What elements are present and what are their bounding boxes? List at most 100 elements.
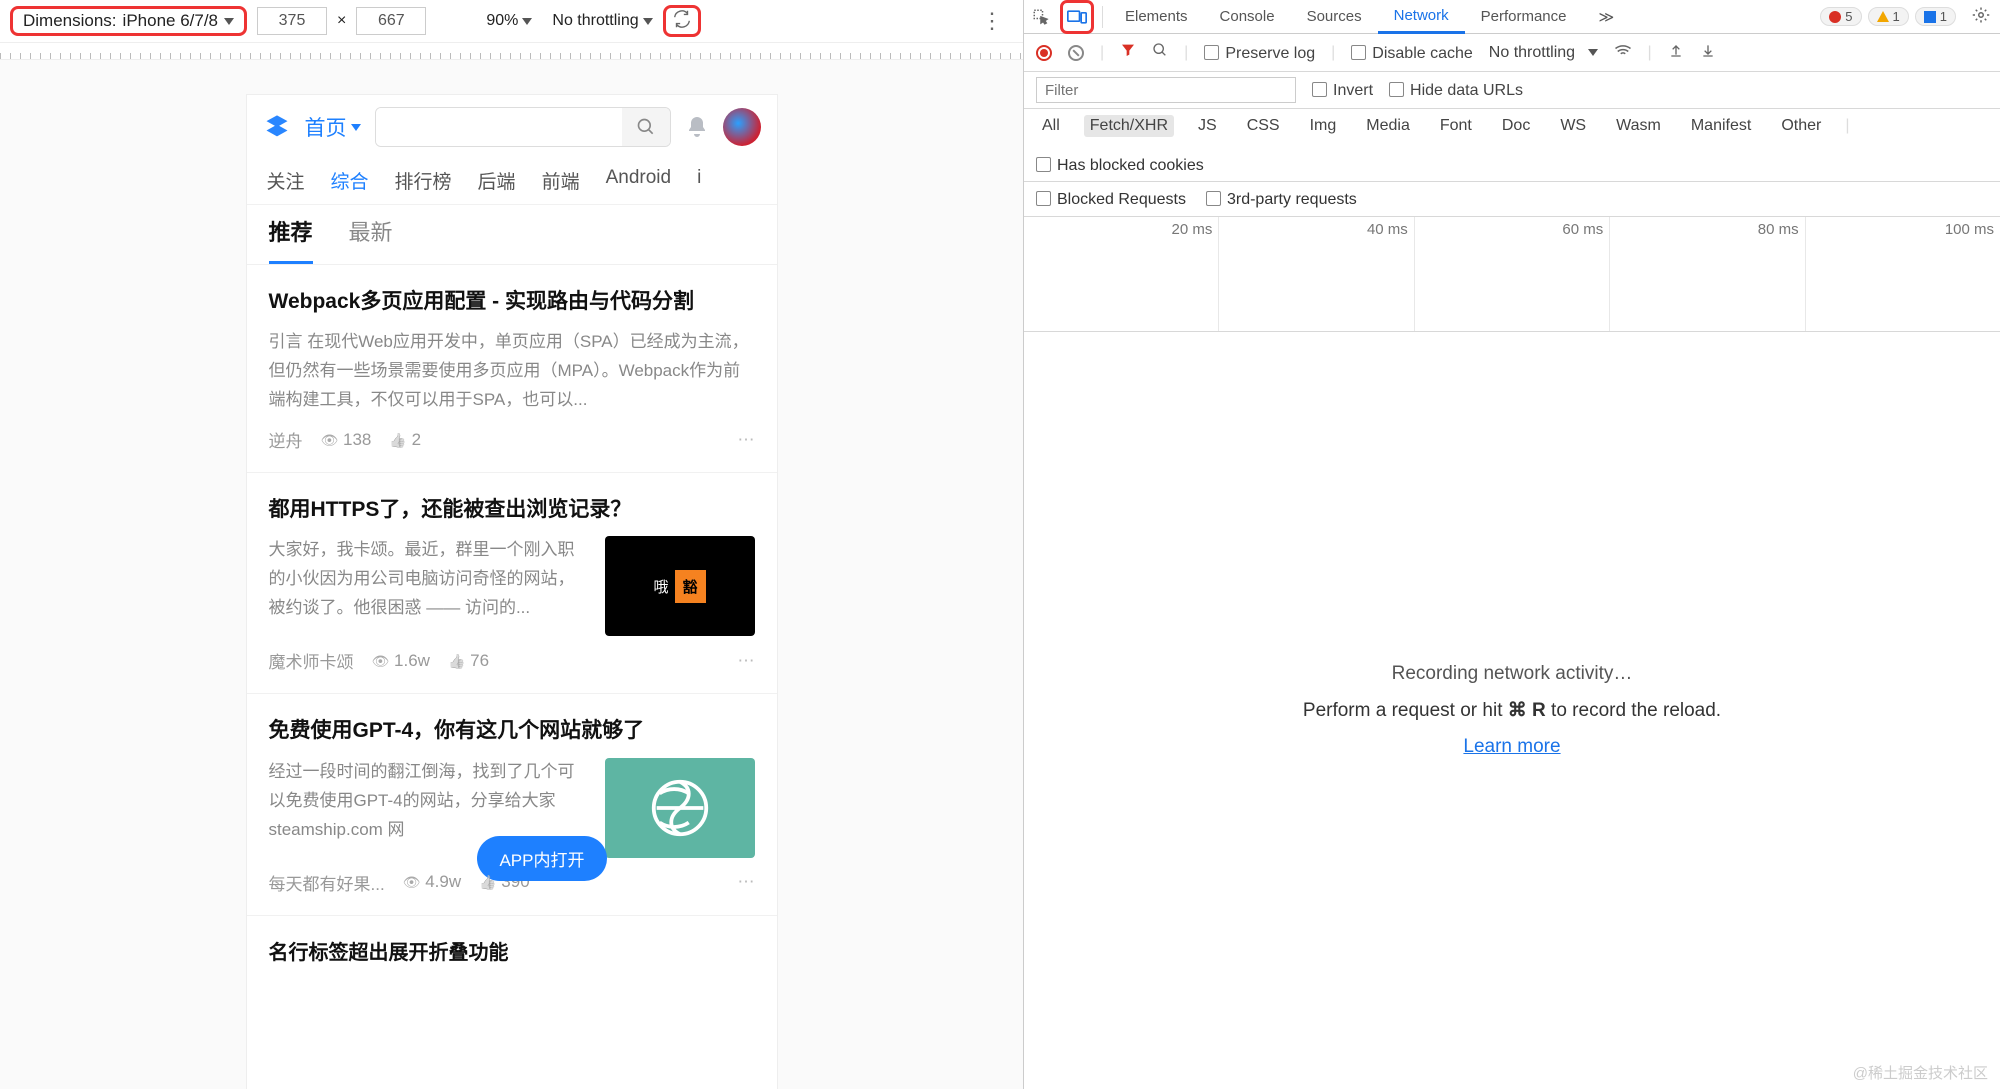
type-css[interactable]: CSS: [1241, 115, 1286, 137]
post-author[interactable]: 每天都有好果...: [269, 870, 385, 895]
width-input[interactable]: [257, 7, 327, 35]
zoom-selector[interactable]: 90%: [486, 12, 532, 30]
post-title-partial: 名行标签超出展开折叠功能: [247, 916, 777, 971]
network-toolbar: | | Preserve log | Disable cache No thro…: [1024, 34, 2000, 72]
clear-button[interactable]: [1068, 45, 1084, 61]
search-input[interactable]: [376, 108, 622, 146]
post-views: 1.6w: [372, 651, 430, 671]
subtab-latest[interactable]: 最新: [349, 215, 393, 264]
avatar[interactable]: [723, 108, 761, 146]
feed: Webpack多页应用配置 - 实现路由与代码分割 引言 在现代Web应用开发中…: [247, 264, 777, 971]
tabs-overflow[interactable]: ≫: [1583, 0, 1631, 34]
like-icon: [389, 430, 406, 449]
inspect-element-icon[interactable]: [1024, 0, 1058, 34]
throttling-selector[interactable]: No throttling: [552, 12, 652, 30]
search-icon[interactable]: [1152, 42, 1168, 63]
home-link[interactable]: 首页: [305, 112, 361, 142]
post-author[interactable]: 逆舟: [269, 427, 303, 452]
rotate-icon: [671, 8, 693, 35]
errors-badge[interactable]: 5: [1820, 7, 1861, 26]
preserve-log-checkbox[interactable]: Preserve log: [1204, 43, 1315, 63]
type-ws[interactable]: WS: [1554, 115, 1592, 137]
eye-icon: [403, 872, 421, 891]
upload-har-icon[interactable]: [1668, 42, 1684, 63]
tab-sources[interactable]: Sources: [1291, 0, 1378, 34]
type-manifest[interactable]: Manifest: [1685, 115, 1757, 137]
more-icon[interactable]: ⋯: [738, 430, 755, 450]
timeline-tick: 40 ms: [1367, 221, 1408, 238]
tab-console[interactable]: Console: [1204, 0, 1291, 34]
empty-line2: Perform a request or hit ⌘ R to record t…: [1303, 699, 1721, 722]
learn-more-link[interactable]: Learn more: [1463, 736, 1560, 758]
post-item[interactable]: 免费使用GPT-4，你有这几个网站就够了 经过一段时间的翻江倒海，找到了几个可以…: [247, 694, 777, 915]
chevron-down-icon: [1588, 49, 1598, 56]
like-icon: [448, 651, 465, 670]
post-title: 都用HTTPS了，还能被查出浏览记录？: [269, 495, 755, 524]
issues-badge[interactable]: 1: [1915, 7, 1956, 26]
type-wasm[interactable]: Wasm: [1610, 115, 1667, 137]
timeline-overview[interactable]: 20 ms 40 ms 60 ms 80 ms 100 ms: [1024, 217, 2000, 332]
post-author[interactable]: 魔术师卡颂: [269, 648, 354, 673]
type-fetch[interactable]: Fetch/XHR: [1084, 115, 1174, 137]
device-mode-toggle[interactable]: [1060, 0, 1094, 34]
timeline-tick: 20 ms: [1172, 221, 1213, 238]
kebab-menu-icon[interactable]: ⋮: [981, 10, 1003, 32]
disable-cache-checkbox[interactable]: Disable cache: [1351, 43, 1473, 63]
tab-network[interactable]: Network: [1378, 0, 1465, 34]
blocked-cookies-checkbox[interactable]: Has blocked cookies: [1036, 155, 1204, 175]
type-all[interactable]: All: [1036, 115, 1066, 137]
empty-state: Recording network activity… Perform a re…: [1024, 332, 2000, 1089]
chevron-down-icon: [351, 124, 361, 131]
filter-input[interactable]: [1036, 77, 1296, 103]
blocked-requests-checkbox[interactable]: Blocked Requests: [1036, 189, 1186, 209]
type-other[interactable]: Other: [1775, 115, 1827, 137]
bell-icon[interactable]: [685, 115, 709, 139]
post-item[interactable]: 都用HTTPS了，还能被查出浏览记录？ 大家好，我卡颂。最近，群里一个刚入职的小…: [247, 473, 777, 694]
filter-row: Invert Hide data URLs: [1024, 72, 2000, 109]
timeline-tick: 100 ms: [1945, 221, 1994, 238]
tab-frontend[interactable]: 前端: [542, 167, 580, 194]
height-input[interactable]: [356, 7, 426, 35]
rotate-button[interactable]: [663, 5, 701, 37]
type-font[interactable]: Font: [1434, 115, 1478, 137]
search-button[interactable]: [622, 108, 670, 146]
type-media[interactable]: Media: [1360, 115, 1416, 137]
tab-backend[interactable]: 后端: [478, 167, 516, 194]
hide-data-urls-checkbox[interactable]: Hide data URLs: [1389, 80, 1523, 100]
post-item[interactable]: Webpack多页应用配置 - 实现路由与代码分割 引言 在现代Web应用开发中…: [247, 265, 777, 473]
dimensions-label: Dimensions:: [23, 11, 117, 31]
tab-android[interactable]: Android: [606, 167, 672, 194]
app-header: 首页: [247, 95, 777, 159]
throttling-dropdown[interactable]: No throttling: [1489, 44, 1598, 62]
more-icon[interactable]: ⋯: [738, 651, 755, 671]
chevron-down-icon: [643, 18, 653, 25]
sub-tabs: 推荐 最新: [247, 204, 777, 264]
eye-icon: [321, 430, 339, 449]
tab-ranking[interactable]: 排行榜: [395, 167, 452, 194]
tab-more[interactable]: i: [697, 167, 701, 194]
resource-type-filters: All Fetch/XHR JS CSS Img Media Font Doc …: [1024, 109, 2000, 182]
subtab-recommend[interactable]: 推荐: [269, 215, 313, 264]
invert-checkbox[interactable]: Invert: [1312, 80, 1373, 100]
gear-icon[interactable]: [1972, 6, 1990, 28]
tab-zonghe[interactable]: 综合: [331, 167, 369, 194]
filter-toggle-icon[interactable]: [1120, 42, 1136, 63]
record-button[interactable]: [1036, 45, 1052, 61]
dimensions-selector[interactable]: Dimensions: iPhone 6/7/8: [10, 6, 247, 36]
third-party-checkbox[interactable]: 3rd-party requests: [1206, 189, 1357, 209]
watermark: @稀土掘金技术社区: [1853, 1062, 1988, 1083]
post-excerpt: 引言 在现代Web应用开发中，单页应用（SPA）已经成为主流，但仍然有一些场景需…: [269, 328, 755, 415]
type-js[interactable]: JS: [1192, 115, 1223, 137]
type-doc[interactable]: Doc: [1496, 115, 1536, 137]
mobile-page: 首页 关注 综合 排行榜 后端 前端 Andro: [247, 95, 777, 1089]
tab-follow[interactable]: 关注: [267, 167, 305, 194]
network-conditions-icon[interactable]: [1614, 43, 1632, 62]
tab-performance[interactable]: Performance: [1465, 0, 1583, 34]
tab-elements[interactable]: Elements: [1109, 0, 1204, 34]
issue-icon: [1924, 11, 1936, 23]
type-img[interactable]: Img: [1304, 115, 1343, 137]
openai-icon: [645, 773, 715, 843]
download-har-icon[interactable]: [1700, 42, 1716, 63]
warnings-badge[interactable]: 1: [1868, 7, 1909, 26]
more-icon[interactable]: ⋯: [738, 872, 755, 892]
